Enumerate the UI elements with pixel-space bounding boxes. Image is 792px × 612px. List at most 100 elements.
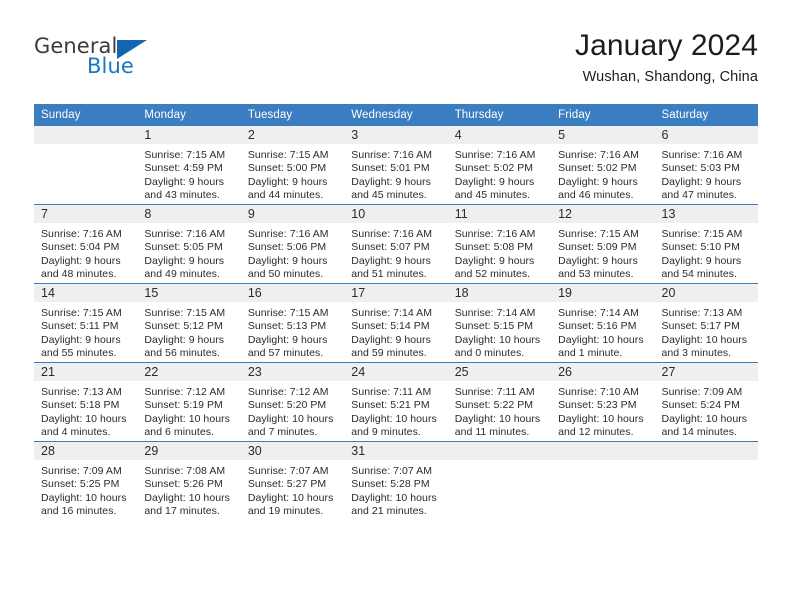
day-detail-line: Sunrise: 7:15 AM (558, 228, 639, 240)
day-detail-line: Daylight: 10 hours (558, 333, 644, 346)
day-detail-line: Sunrise: 7:15 AM (247, 149, 329, 161)
calendar-day-cell[interactable]: 27 Sunrise: 7:09 AM Sunset: 5:24 PM Dayligh… (654, 362, 758, 442)
day-detail-line: Sunset: 5:15 PM (454, 320, 534, 333)
calendar-day-cell[interactable]: 30 Sunrise: 7:07 AM Sunset: 5:27 PM Dayligh… (240, 441, 345, 520)
calendar-day-cell[interactable]: 24 Sunrise: 7:11 AM Sunset: 5:21 PM Dayligh… (344, 362, 448, 442)
day-detail-line: Sunset: 5:22 PM (454, 399, 534, 412)
calendar-day-cell[interactable]: 18 Sunrise: 7:14 AM Sunset: 5:15 PM Dayligh… (447, 283, 552, 363)
day-detail-line: and 53 minutes. (558, 268, 634, 281)
calendar-day-cell[interactable]: 29 Sunrise: 7:08 AM Sunset: 5:26 PM Dayligh… (137, 441, 241, 520)
day-detail-line: and 9 minutes. (351, 426, 421, 439)
day-detail-line: and 44 minutes. (247, 189, 324, 202)
day-detail-line: Daylight: 10 hours (661, 412, 748, 425)
day-number: 20 (654, 284, 758, 302)
day-detail-line: Sunset: 5:03 PM (661, 162, 740, 175)
weekday-header-cell: Wednesday (344, 104, 448, 126)
day-detail-line: Sunrise: 7:12 AM (144, 386, 226, 398)
calendar-week-row: 7 Sunrise: 7:16 AM Sunset: 5:04 PM Daylight… (34, 204, 758, 284)
day-number: 3 (344, 126, 448, 144)
day-detail-line: Daylight: 10 hours (558, 412, 644, 425)
calendar-day-cell[interactable]: 5 Sunrise: 7:16 AM Sunset: 5:02 PM Daylight… (551, 126, 655, 205)
calendar-day-cell[interactable]: 1 Sunrise: 7:15 AM Sunset: 4:59 PM Daylight… (137, 126, 241, 205)
calendar-day-cell[interactable]: 15 Sunrise: 7:15 AM Sunset: 5:12 PM Dayligh… (137, 283, 241, 363)
day-detail-line: Sunrise: 7:14 AM (558, 307, 639, 319)
calendar-day-cell[interactable]: 19 Sunrise: 7:14 AM Sunset: 5:16 PM Dayligh… (551, 283, 655, 363)
day-details: Sunrise: 7:16 AM Sunset: 5:07 PM Daylight:… (344, 223, 447, 282)
calendar-day-cell[interactable]: 8 Sunrise: 7:16 AM Sunset: 5:05 PM Daylight… (137, 204, 241, 284)
calendar-empty-cell (551, 441, 655, 520)
day-details (34, 144, 137, 149)
calendar-day-cell[interactable]: 12 Sunrise: 7:15 AM Sunset: 5:09 PM Dayligh… (551, 204, 655, 284)
day-detail-line: and 54 minutes. (661, 268, 737, 281)
calendar-day-cell[interactable]: 2 Sunrise: 7:15 AM Sunset: 5:00 PM Daylight… (240, 126, 345, 205)
day-detail-line: Sunset: 5:27 PM (247, 478, 327, 491)
day-detail-line: Sunrise: 7:11 AM (454, 386, 535, 398)
day-detail-line: Sunrise: 7:10 AM (558, 386, 639, 398)
day-number: 27 (654, 363, 758, 381)
weekday-header-cell: Monday (137, 104, 241, 126)
day-detail-line: Sunrise: 7:16 AM (247, 228, 329, 240)
day-number: 29 (137, 442, 241, 460)
day-detail-line: Daylight: 9 hours (144, 254, 225, 267)
calendar-day-cell[interactable]: 25 Sunrise: 7:11 AM Sunset: 5:22 PM Dayligh… (447, 362, 552, 442)
calendar-day-cell[interactable]: 22 Sunrise: 7:12 AM Sunset: 5:19 PM Dayligh… (137, 362, 241, 442)
calendar-day-cell[interactable]: 26 Sunrise: 7:10 AM Sunset: 5:23 PM Dayligh… (551, 362, 655, 442)
day-detail-line: and 0 minutes. (454, 347, 525, 360)
page-subtitle: Wushan, Shandong, China (582, 69, 758, 85)
calendar-day-cell[interactable]: 7 Sunrise: 7:16 AM Sunset: 5:04 PM Daylight… (34, 204, 138, 284)
day-detail-line: Sunrise: 7:16 AM (41, 228, 122, 240)
day-number: 22 (137, 363, 241, 381)
day-detail-line: Sunrise: 7:13 AM (41, 386, 122, 398)
day-number: 17 (344, 284, 448, 302)
calendar-day-cell[interactable]: 23 Sunrise: 7:12 AM Sunset: 5:20 PM Dayligh… (240, 362, 345, 442)
calendar-day-cell[interactable]: 14 Sunrise: 7:15 AM Sunset: 5:11 PM Dayligh… (34, 283, 138, 363)
day-detail-line: and 16 minutes. (41, 505, 117, 518)
general-blue-logo[interactable]: General Blue (34, 34, 274, 92)
day-details: Sunrise: 7:15 AM Sunset: 5:13 PM Daylight:… (241, 302, 344, 361)
calendar-day-cell[interactable]: 9 Sunrise: 7:16 AM Sunset: 5:06 PM Daylight… (240, 204, 345, 284)
calendar-day-cell[interactable]: 6 Sunrise: 7:16 AM Sunset: 5:03 PM Daylight… (654, 126, 758, 205)
day-detail-line: Sunset: 5:16 PM (558, 320, 637, 333)
day-details: Sunrise: 7:12 AM Sunset: 5:19 PM Daylight:… (137, 381, 240, 440)
calendar-day-cell[interactable]: 10 Sunrise: 7:16 AM Sunset: 5:07 PM Dayligh… (344, 204, 448, 284)
day-detail-line: and 43 minutes. (144, 189, 220, 202)
day-number: 18 (447, 284, 552, 302)
day-detail-line: Sunset: 5:24 PM (661, 399, 740, 412)
calendar-day-cell[interactable]: 4 Sunrise: 7:16 AM Sunset: 5:02 PM Daylight… (447, 126, 552, 205)
calendar-day-cell[interactable]: 11 Sunrise: 7:16 AM Sunset: 5:08 PM Dayligh… (447, 204, 552, 284)
day-detail-line: Daylight: 10 hours (351, 412, 437, 425)
calendar-day-cell[interactable]: 13 Sunrise: 7:15 AM Sunset: 5:10 PM Dayligh… (654, 204, 758, 284)
day-details: Sunrise: 7:16 AM Sunset: 5:02 PM Daylight:… (448, 144, 551, 203)
logo-text-blue: Blue (87, 54, 134, 78)
calendar-day-cell[interactable]: 16 Sunrise: 7:15 AM Sunset: 5:13 PM Dayligh… (240, 283, 345, 363)
day-detail-line: and 56 minutes. (144, 347, 220, 360)
weekday-header-cell: Saturday (654, 104, 758, 126)
day-details: Sunrise: 7:16 AM Sunset: 5:05 PM Daylight:… (137, 223, 240, 282)
calendar-day-cell[interactable]: 20 Sunrise: 7:13 AM Sunset: 5:17 PM Dayligh… (654, 283, 758, 363)
day-detail-line: Sunrise: 7:07 AM (351, 465, 433, 477)
day-number: 26 (551, 363, 655, 381)
calendar-day-cell[interactable]: 31 Sunrise: 7:07 AM Sunset: 5:28 PM Dayligh… (344, 441, 448, 520)
day-detail-line: Sunset: 5:20 PM (247, 399, 327, 412)
day-number: 23 (240, 363, 345, 381)
day-detail-line: Sunset: 5:07 PM (351, 241, 430, 254)
day-details: Sunrise: 7:16 AM Sunset: 5:04 PM Daylight:… (34, 223, 137, 282)
day-number: 28 (34, 442, 138, 460)
calendar-week-row: 21 Sunrise: 7:13 AM Sunset: 5:18 PM Dayligh… (34, 362, 758, 442)
day-detail-line: Sunset: 5:05 PM (144, 241, 223, 254)
day-detail-line: and 19 minutes. (247, 505, 324, 518)
calendar-day-cell[interactable]: 28 Sunrise: 7:09 AM Sunset: 5:25 PM Dayligh… (34, 441, 138, 520)
day-detail-line: and 57 minutes. (247, 347, 324, 360)
calendar-day-cell[interactable]: 21 Sunrise: 7:13 AM Sunset: 5:18 PM Dayligh… (34, 362, 138, 442)
day-details: Sunrise: 7:07 AM Sunset: 5:28 PM Daylight:… (344, 460, 447, 519)
day-detail-line: Sunrise: 7:08 AM (144, 465, 226, 477)
calendar-day-cell[interactable]: 3 Sunrise: 7:16 AM Sunset: 5:01 PM Daylight… (344, 126, 448, 205)
day-detail-line: Sunrise: 7:16 AM (351, 228, 433, 240)
day-detail-line: Sunset: 5:11 PM (41, 320, 119, 333)
day-number: 8 (137, 205, 241, 223)
day-detail-line: and 6 minutes. (144, 426, 214, 439)
calendar-day-cell[interactable]: 17 Sunrise: 7:14 AM Sunset: 5:14 PM Dayligh… (344, 283, 448, 363)
day-details: Sunrise: 7:14 AM Sunset: 5:14 PM Daylight:… (344, 302, 447, 361)
day-number: 6 (654, 126, 758, 144)
day-detail-line: Daylight: 9 hours (454, 175, 535, 188)
